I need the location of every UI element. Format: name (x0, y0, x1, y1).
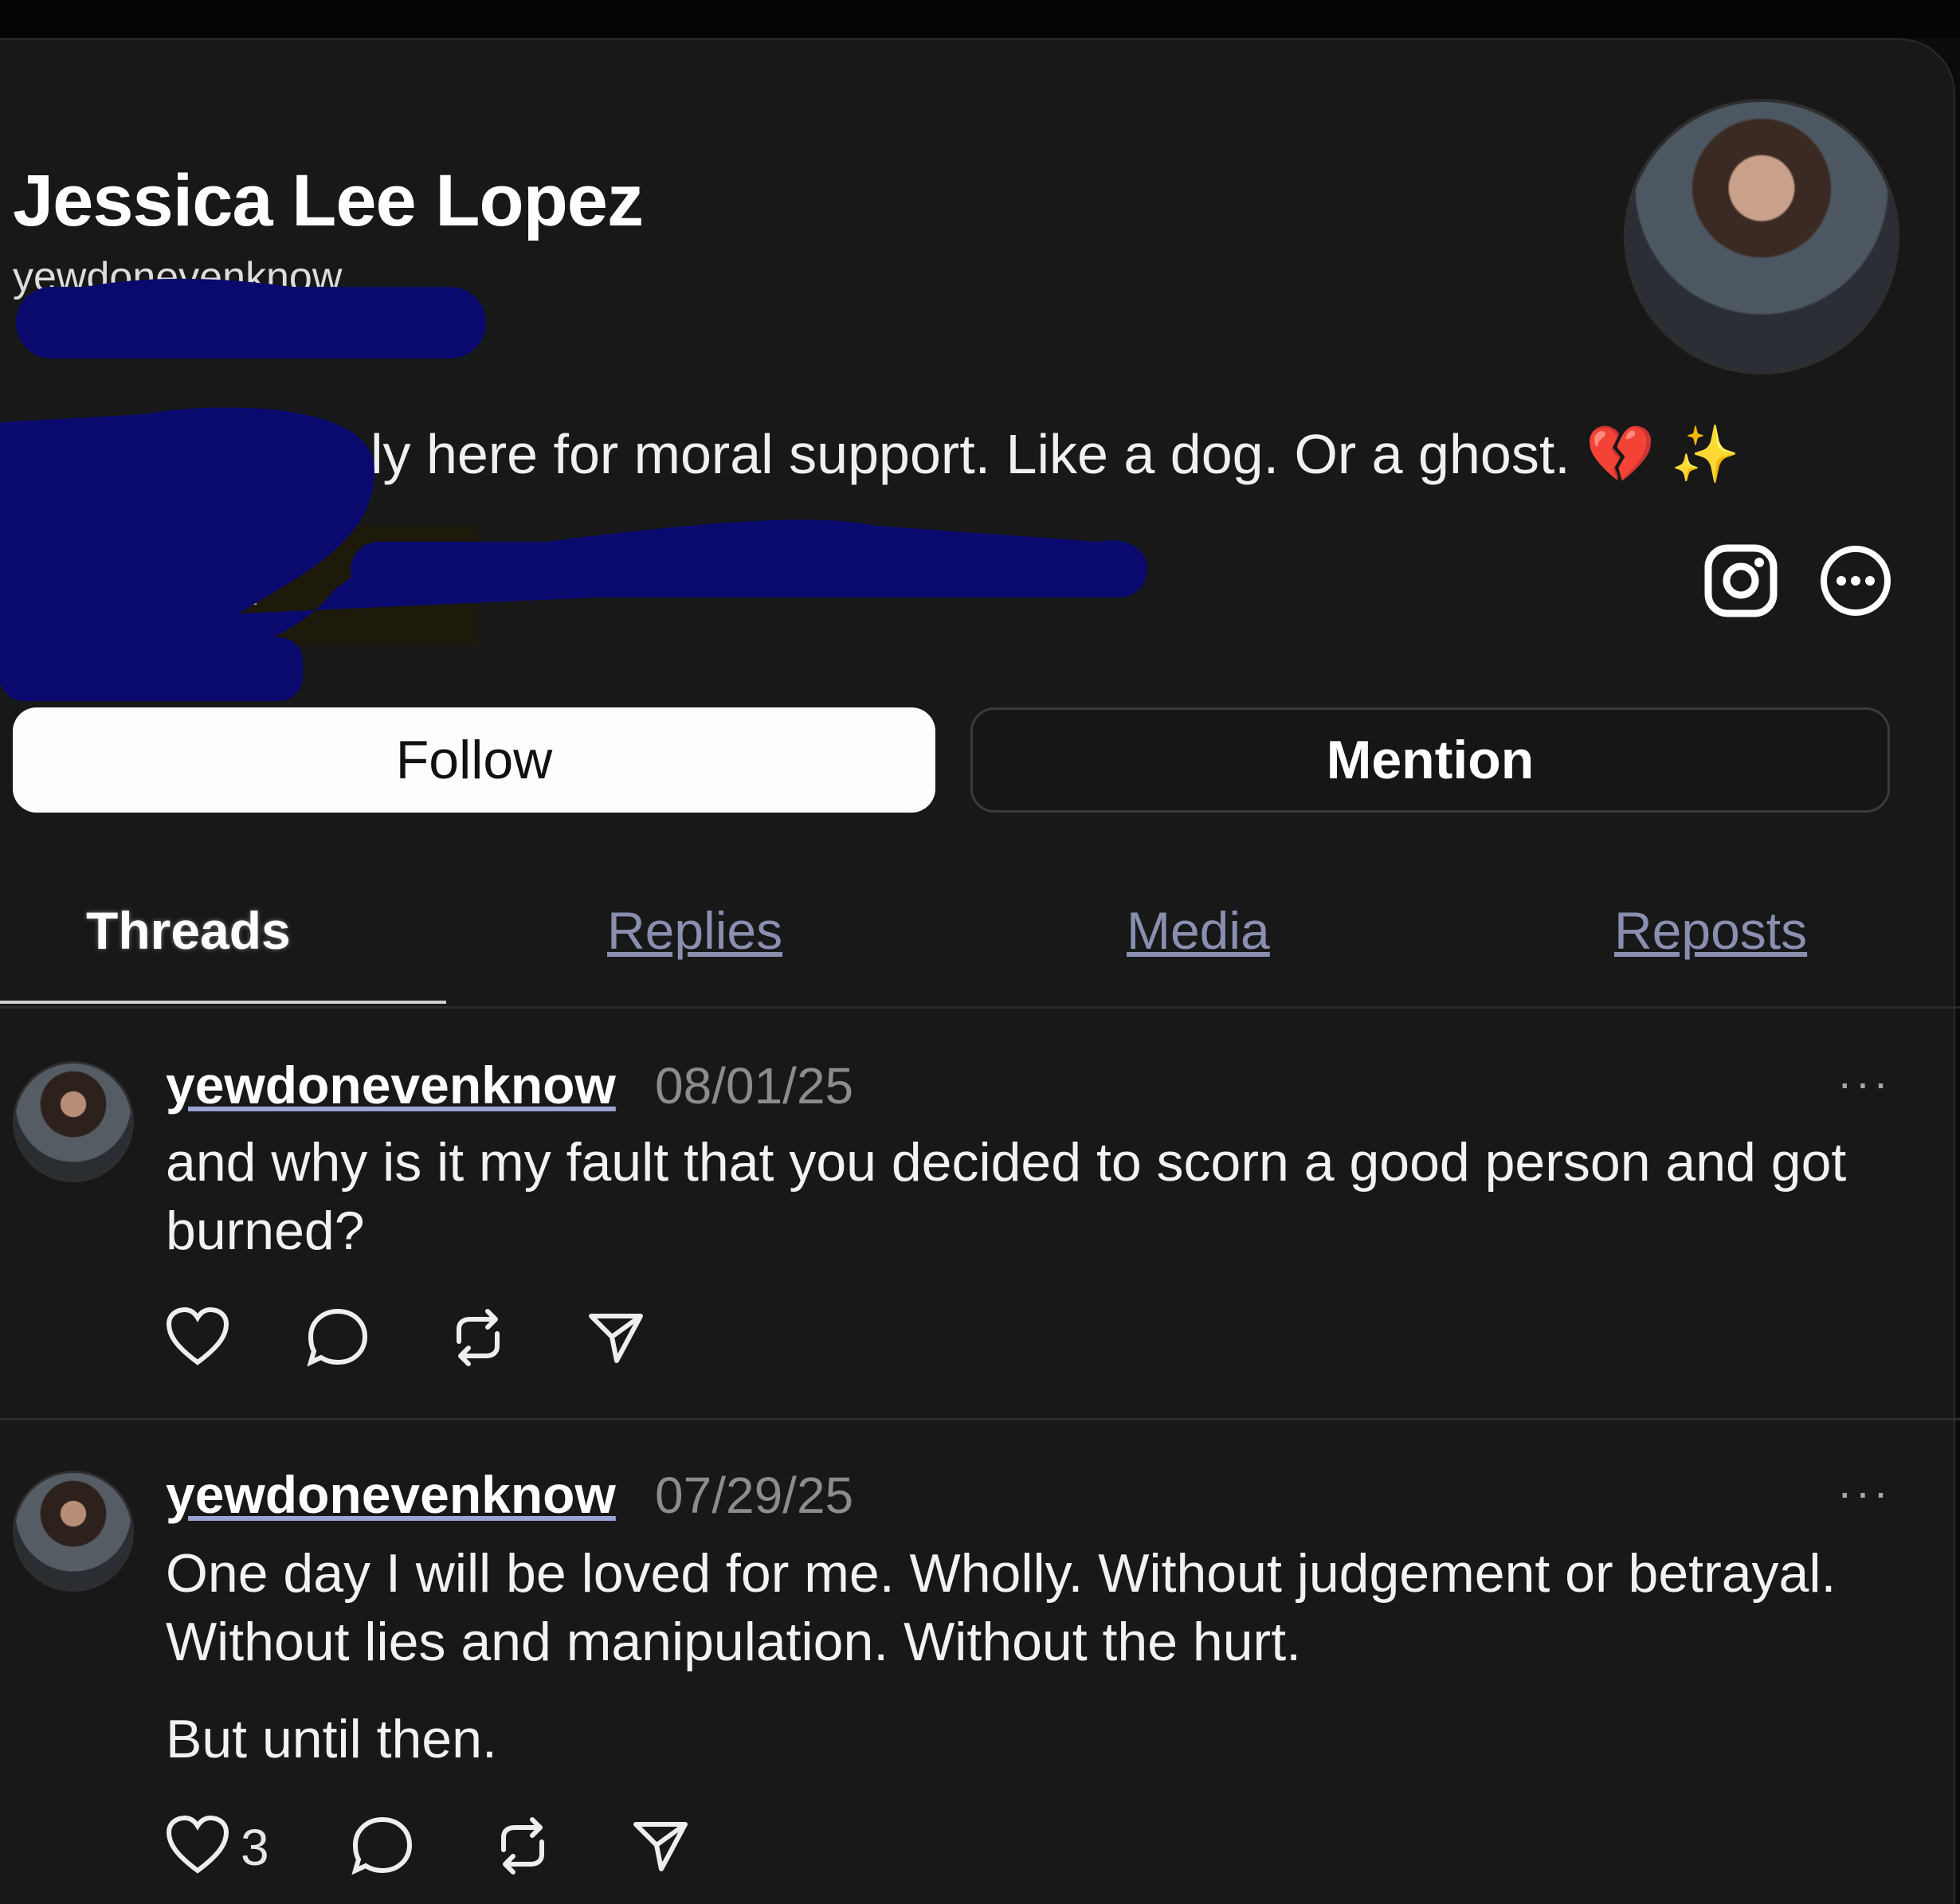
tab-replies[interactable]: Replies (607, 900, 782, 961)
profile-bio: Here. I'm simply here for moral support.… (13, 423, 1740, 485)
like-icon[interactable] (166, 1307, 229, 1371)
mention-button[interactable]: Mention (970, 707, 1890, 813)
followers-link[interactable]: 0 followers (13, 550, 257, 609)
active-tab-indicator (0, 1001, 446, 1004)
follow-button[interactable]: Follow (13, 707, 935, 813)
tab-media[interactable]: Media (1127, 900, 1270, 961)
post-divider (0, 1418, 1960, 1420)
post-more-button[interactable]: ··· (1837, 1466, 1891, 1518)
repost-icon[interactable] (491, 1815, 555, 1881)
share-icon[interactable] (631, 1818, 690, 1878)
post-text-continued: But until then. (166, 1709, 497, 1769)
like-count: 3 (241, 1819, 269, 1876)
comment-icon[interactable] (306, 1307, 370, 1373)
repost-icon[interactable] (446, 1307, 510, 1373)
more-circle-icon[interactable] (1818, 543, 1893, 618)
post-username[interactable]: yewdonevenknow (166, 1055, 616, 1115)
post-more-button[interactable]: ··· (1837, 1056, 1891, 1108)
tabs-divider (0, 1006, 1960, 1009)
post-date: 07/29/25 (655, 1467, 854, 1524)
post-date: 08/01/25 (655, 1057, 854, 1115)
profile-handle[interactable]: yewdonevenknow (13, 253, 342, 301)
post-avatar[interactable] (13, 1061, 134, 1182)
instagram-icon[interactable] (1703, 543, 1778, 618)
like-icon[interactable] (166, 1815, 229, 1879)
tab-reposts[interactable]: Reposts (1614, 900, 1807, 961)
window-top-bar (0, 0, 1960, 38)
comment-icon[interactable] (351, 1815, 414, 1881)
post-avatar[interactable] (13, 1471, 134, 1592)
post-username[interactable]: yewdonevenknow (166, 1464, 616, 1525)
post-text: and why is it my fault that you decided … (166, 1132, 1847, 1261)
post-text: One day I will be loved for me. Wholly. … (166, 1543, 1837, 1672)
share-icon[interactable] (586, 1310, 645, 1369)
tab-threads[interactable]: Threads (86, 900, 291, 961)
profile-name: Jessica Lee Lopez (13, 160, 644, 241)
profile-avatar[interactable] (1624, 99, 1899, 374)
